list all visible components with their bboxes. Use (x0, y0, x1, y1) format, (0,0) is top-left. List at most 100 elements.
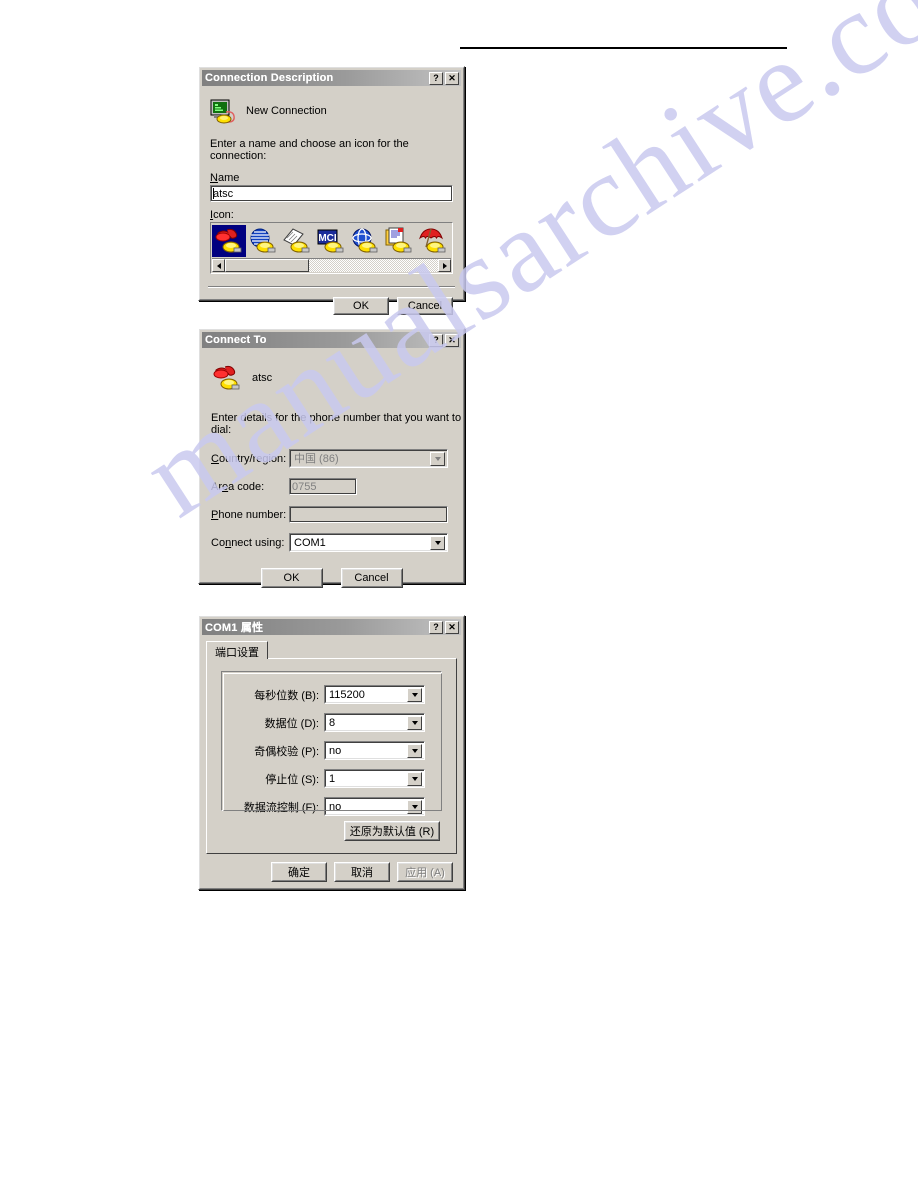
parity-row: 奇偶校验 (P): no (232, 741, 425, 760)
icon-list-scrollbar[interactable] (212, 258, 451, 272)
cancel-button-label: 取消 (351, 867, 373, 879)
cancel-button[interactable]: Cancel (340, 568, 403, 588)
name-label: Name (210, 172, 240, 184)
data-bits-label: 数据位 (D): (264, 717, 319, 730)
icon-blue-globe[interactable] (246, 225, 280, 257)
com1-properties-dialog: COM1 属性 ? ✕ 端口设置 每秒位数 (B): 115200 数据位 (D… (198, 615, 465, 890)
icon-document-list[interactable] (382, 225, 416, 257)
close-icon[interactable]: ✕ (445, 333, 459, 347)
new-connection-label: New Connection (246, 105, 327, 117)
divider (208, 286, 455, 288)
settings-groupbox: 每秒位数 (B): 115200 数据位 (D): 8 奇偶校验 (P): no… (221, 671, 442, 816)
country-region-combo[interactable]: 中国 (86) (289, 449, 448, 468)
name-input[interactable]: atsc (210, 185, 453, 202)
parity-combo[interactable]: no (324, 741, 425, 760)
apply-button: 应用 (A) (397, 862, 453, 882)
close-icon[interactable]: ✕ (445, 71, 459, 85)
port-settings-page: 每秒位数 (B): 115200 数据位 (D): 8 奇偶校验 (P): no… (206, 658, 457, 854)
tabstrip: 端口设置 (206, 640, 457, 659)
dialog-buttons: OK Cancel (200, 568, 463, 588)
country-region-value: 中国 (86) (290, 450, 447, 467)
icon-chooser: MCI (210, 222, 453, 274)
icon-label: Icon: (210, 209, 234, 221)
connect-using-row: Connect using: COM1 (211, 533, 463, 552)
data-bits-row: 数据位 (D): 8 (232, 713, 425, 732)
ok-button[interactable]: 确定 (271, 862, 327, 882)
scroll-left-icon[interactable] (212, 259, 225, 272)
ok-button-label: OK (353, 300, 369, 312)
area-code-row: Area code: 0755 (211, 477, 463, 496)
help-button[interactable]: ? (429, 620, 443, 634)
titlebar[interactable]: COM1 属性 ? ✕ (202, 619, 461, 635)
dialog-title: COM1 属性 (205, 622, 264, 634)
area-code-input[interactable]: 0755 (289, 478, 357, 495)
cancel-button[interactable]: Cancel (397, 297, 453, 315)
phone-number-label: Phone number: (211, 508, 287, 521)
prompt-text: Enter a name and choose an icon for the … (210, 138, 409, 162)
cancel-button-label: Cancel (354, 572, 389, 584)
dialog-title: Connection Description (205, 72, 334, 84)
prompt-text: Enter details for the phone number that … (211, 412, 462, 436)
dialog-buttons: OK Cancel (200, 297, 453, 315)
computer-connection-icon (210, 98, 238, 124)
settings-rows: 每秒位数 (B): 115200 数据位 (D): 8 奇偶校验 (P): no… (222, 672, 441, 816)
scrollbar-track[interactable] (225, 259, 438, 272)
icon-mci-logo[interactable]: MCI (314, 225, 348, 257)
restore-defaults-label: 还原为默认值 (R) (349, 826, 435, 838)
new-connection-header: New Connection (210, 98, 463, 124)
stop-bits-label: 停止位 (S): (265, 773, 319, 786)
scrollbar-thumb[interactable] (225, 259, 309, 272)
chevron-down-icon[interactable] (430, 452, 445, 466)
titlebar[interactable]: Connection Description ? ✕ (202, 70, 461, 86)
tab-port-settings[interactable]: 端口设置 (206, 641, 268, 659)
tab-port-settings-label: 端口设置 (215, 647, 259, 659)
ok-button[interactable]: OK (260, 568, 323, 588)
help-button[interactable]: ? (429, 333, 443, 347)
restore-defaults-row: 还原为默认值 (R) (344, 821, 440, 841)
connect-using-combo[interactable]: COM1 (289, 533, 448, 552)
cancel-button[interactable]: 取消 (334, 862, 390, 882)
titlebar[interactable]: Connect To ? ✕ (202, 332, 461, 348)
chevron-down-icon[interactable] (407, 688, 422, 702)
bits-per-second-row: 每秒位数 (B): 115200 (232, 685, 425, 704)
ok-button-label: OK (283, 572, 300, 584)
dialog-buttons: 确定 取消 应用 (A) (200, 862, 453, 882)
chevron-down-icon[interactable] (407, 772, 422, 786)
ok-button[interactable]: OK (333, 297, 389, 315)
help-button[interactable]: ? (429, 71, 443, 85)
apply-button-label: 应用 (A) (405, 867, 445, 879)
name-input-value: atsc (213, 188, 234, 200)
icon-red-phones[interactable] (212, 225, 246, 257)
red-phones-icon (212, 364, 242, 392)
connection-header: atsc (212, 364, 463, 392)
phone-number-input[interactable] (289, 506, 448, 523)
flow-control-combo[interactable]: no (324, 797, 425, 816)
scroll-right-icon[interactable] (438, 259, 451, 272)
connect-to-dialog: Connect To ? ✕ atsc Enter details for th… (198, 328, 465, 588)
close-icon[interactable]: ✕ (445, 620, 459, 634)
connect-using-value: COM1 (290, 534, 447, 551)
area-code-value: 0755 (292, 481, 317, 493)
country-region-label: Country/region: (211, 452, 287, 465)
stop-bits-row: 停止位 (S): 1 (232, 769, 425, 788)
chevron-down-icon[interactable] (430, 536, 445, 550)
icon-red-umbrella[interactable] (416, 225, 450, 257)
restore-defaults-button[interactable]: 还原为默认值 (R) (344, 821, 440, 841)
page-header-rule (460, 47, 787, 49)
data-bits-combo[interactable]: 8 (324, 713, 425, 732)
dialog-title: Connect To (205, 334, 267, 346)
icon-blue-atom-globe[interactable] (348, 225, 382, 257)
phone-number-row: Phone number: (211, 505, 463, 524)
bits-per-second-combo[interactable]: 115200 (324, 685, 425, 704)
ok-button-label: 确定 (288, 867, 310, 879)
bits-per-second-label: 每秒位数 (B): (254, 689, 319, 702)
icon-notes-pages[interactable] (280, 225, 314, 257)
stop-bits-combo[interactable]: 1 (324, 769, 425, 788)
icon-list[interactable]: MCI (212, 224, 451, 258)
cancel-button-label: Cancel (407, 300, 443, 312)
area-code-label: Area code: (211, 480, 265, 493)
flow-control-row: 数据流控制 (F): no (232, 797, 425, 816)
chevron-down-icon[interactable] (407, 800, 422, 814)
chevron-down-icon[interactable] (407, 716, 422, 730)
chevron-down-icon[interactable] (407, 744, 422, 758)
